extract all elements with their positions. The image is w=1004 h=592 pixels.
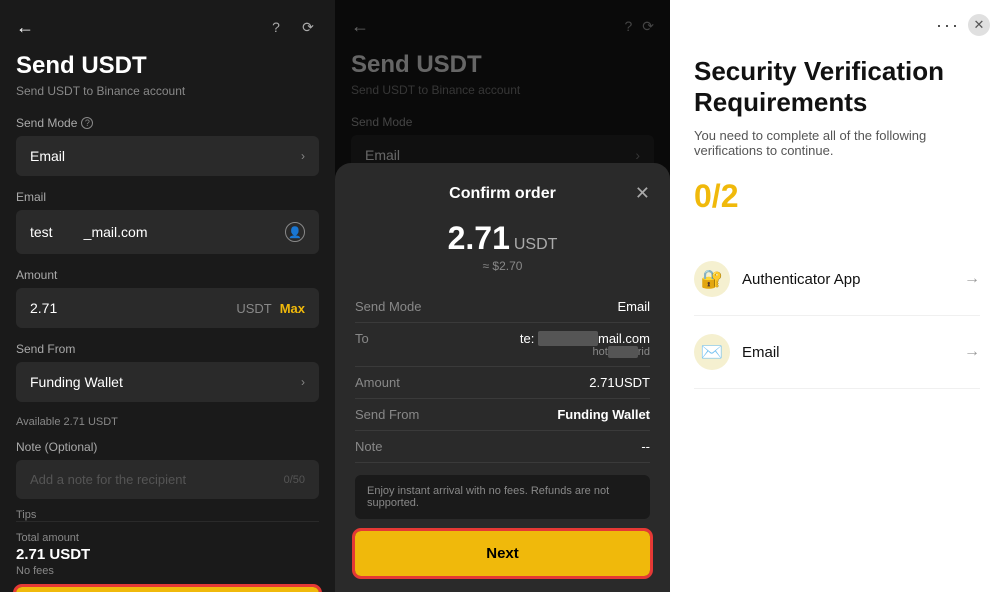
note-count: 0/50 xyxy=(284,474,305,486)
modal-close-button[interactable]: ✕ xyxy=(626,183,650,204)
modal-header: Confirm order ✕ xyxy=(355,183,650,204)
security-content: Security Verification Requirements You n… xyxy=(670,36,1004,389)
available-text: Available 2.71 USDT xyxy=(16,416,319,428)
security-item-authenticator[interactable]: 🔐 Authenticator App → xyxy=(694,243,980,316)
help-icon[interactable]: ? xyxy=(265,16,287,38)
note-field[interactable]: Add a note for the recipient 0/50 xyxy=(16,460,319,499)
amount-field-wrap: USDT Max xyxy=(16,288,319,328)
security-verification-panel: ··· ✕ Security Verification Requirements… xyxy=(670,0,1004,592)
send-mode-label: Send Mode ? xyxy=(16,116,319,130)
max-button[interactable]: Max xyxy=(280,301,305,316)
total-fees: No fees xyxy=(16,565,319,577)
authenticator-label: Authenticator App xyxy=(742,271,860,288)
note-placeholder: Add a note for the recipient xyxy=(30,472,186,487)
authenticator-icon: 🔐 xyxy=(694,261,730,297)
user-icon: 👤 xyxy=(285,222,305,242)
note-label: Note (Optional) xyxy=(16,440,319,454)
amount-input[interactable] xyxy=(30,300,228,316)
email-input[interactable] xyxy=(30,224,285,240)
total-label: Total amount xyxy=(16,532,319,544)
security-topbar: ··· ✕ xyxy=(670,0,1004,36)
send-from-select[interactable]: Funding Wallet › xyxy=(16,362,319,402)
panel-send-usdt-2: ← ? ⟳ Send USDT Send USDT to Binance acc… xyxy=(335,0,670,592)
email-label: Email xyxy=(16,190,319,204)
email-field-wrap: 👤 xyxy=(16,210,319,254)
next-button[interactable]: Next xyxy=(355,531,650,576)
security-description: You need to complete all of the followin… xyxy=(694,128,980,158)
modal-row-note: Note -- xyxy=(355,431,650,463)
info-icon: ? xyxy=(81,117,93,129)
back-button[interactable]: ← xyxy=(16,17,34,38)
send-mode-select[interactable]: Email › xyxy=(16,136,319,176)
modal-next-wrap: Next xyxy=(355,531,650,576)
tips-section: Tips xyxy=(16,509,319,521)
modal-amount-usd: ≈ $2.70 xyxy=(355,259,650,273)
security-progress: 0/2 xyxy=(694,178,980,215)
total-amount: 2.71 USDT xyxy=(16,546,319,563)
security-close-button[interactable]: ✕ xyxy=(968,14,990,36)
modal-overlay: Confirm order ✕ 2.71USDT ≈ $2.70 Send Mo… xyxy=(335,0,670,592)
confirm-order-modal: Confirm order ✕ 2.71USDT ≈ $2.70 Send Mo… xyxy=(335,163,670,592)
security-item-email[interactable]: ✉️ Email → xyxy=(694,316,980,389)
modal-row-to: To te: mail.com hot rid xyxy=(355,323,650,367)
chevron-right-icon-2: › xyxy=(301,375,305,389)
email-icon: ✉️ xyxy=(694,334,730,370)
panel-send-usdt-1: ← ? ⟳ Send USDT Send USDT to Binance acc… xyxy=(0,0,335,592)
amount-unit: USDT xyxy=(236,301,271,316)
modal-row-send-mode: Send Mode Email xyxy=(355,291,650,323)
bottom-bar: Total amount 2.71 USDT No fees Send xyxy=(16,521,319,592)
more-options-button[interactable]: ··· xyxy=(936,15,960,36)
send-button[interactable]: Send xyxy=(16,587,319,592)
modal-row-send-from: Send From Funding Wallet xyxy=(355,399,650,431)
send-from-label: Send From xyxy=(16,342,319,356)
page-subtitle: Send USDT to Binance account xyxy=(16,84,319,98)
security-title: Security Verification Requirements xyxy=(694,56,980,118)
modal-amount: 2.71USDT xyxy=(355,220,650,257)
amount-label: Amount xyxy=(16,268,319,282)
modal-row-amount: Amount 2.71USDT xyxy=(355,367,650,399)
panel1-topbar: ← ? ⟳ xyxy=(16,16,319,38)
refresh-icon[interactable]: ⟳ xyxy=(297,16,319,38)
arrow-icon-email: → xyxy=(964,343,980,361)
page-title: Send USDT xyxy=(16,52,319,80)
chevron-right-icon: › xyxy=(301,149,305,163)
email-verify-label: Email xyxy=(742,344,780,361)
modal-title: Confirm order xyxy=(379,185,626,203)
modal-notice: Enjoy instant arrival with no fees. Refu… xyxy=(355,475,650,519)
arrow-icon-auth: → xyxy=(964,270,980,288)
